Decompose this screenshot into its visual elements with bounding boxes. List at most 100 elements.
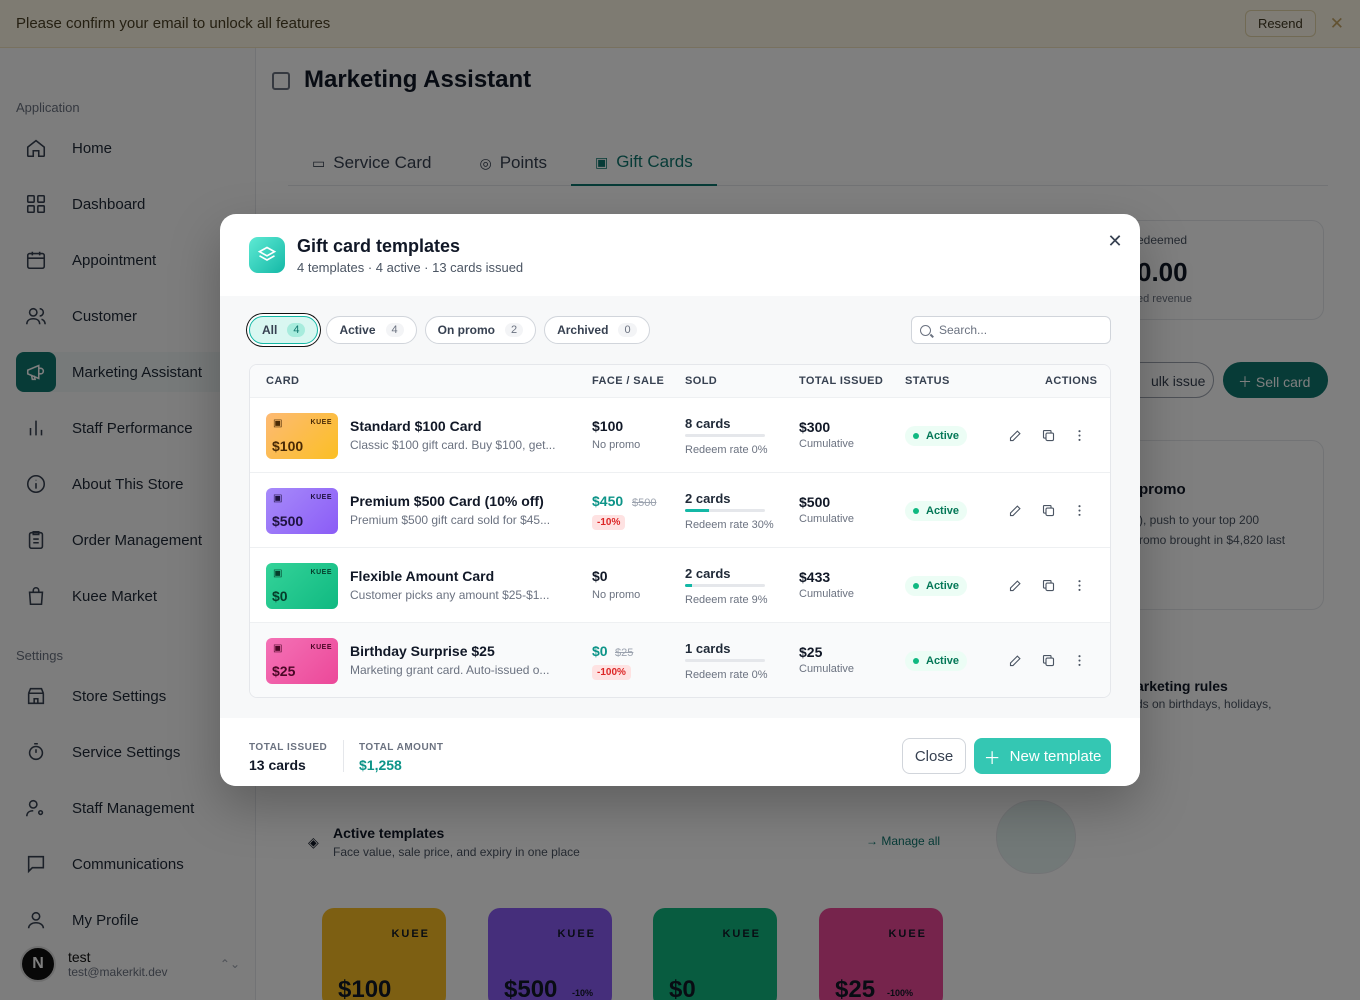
filter-count: 0	[618, 323, 637, 337]
card-amount: $25	[272, 663, 296, 679]
gift-icon: ▣	[273, 568, 283, 579]
total-issued-value: 13 cards	[249, 757, 306, 773]
total-issued-sub: Cumulative	[799, 588, 855, 600]
card-amount: $100	[272, 438, 304, 454]
search-icon	[920, 324, 931, 336]
edit-icon[interactable]	[1006, 426, 1024, 444]
gift-card-thumbnail: ▣ KUEE $25	[266, 638, 338, 684]
filter-label: Active	[339, 323, 376, 337]
sale-price: $450	[592, 493, 624, 509]
promo-status: No promo	[592, 439, 641, 451]
redeem-rate: Redeem rate 30%	[685, 519, 774, 531]
status-dot	[913, 508, 919, 514]
face-value: $100	[592, 418, 624, 434]
total-issued-sub: Cumulative	[799, 438, 855, 450]
layers-icon	[249, 237, 285, 273]
copy-icon[interactable]	[1039, 501, 1057, 519]
more-vertical-icon[interactable]	[1070, 651, 1088, 669]
card-amount: $500	[272, 513, 304, 529]
table-row[interactable]: ▣ KUEE $0 Flexible Amount Card Customer …	[250, 547, 1110, 622]
copy-icon[interactable]	[1039, 651, 1057, 669]
dialog-header: Gift card templates 4 templates · 4 acti…	[220, 214, 1140, 296]
filter-active[interactable]: Active 4	[326, 316, 417, 344]
total-issued: $500	[799, 494, 831, 510]
edit-icon[interactable]	[1006, 501, 1024, 519]
filter-label: All	[262, 323, 278, 337]
total-amount-label: TOTAL AMOUNT	[359, 742, 444, 753]
more-vertical-icon[interactable]	[1070, 426, 1088, 444]
table-header	[250, 365, 1110, 397]
status-badge: Active	[905, 576, 968, 596]
redeem-progress	[685, 509, 765, 512]
close-icon[interactable]: ✕	[1104, 230, 1126, 252]
status-badge: Active	[905, 426, 968, 446]
redeem-rate: Redeem rate 0%	[685, 444, 768, 456]
card-brand: KUEE	[310, 569, 332, 576]
redeem-rate: Redeem rate 0%	[685, 669, 768, 681]
filter-label: Archived	[557, 323, 609, 337]
card-brand: KUEE	[310, 419, 332, 426]
status-badge: Active	[905, 501, 968, 521]
promo-status: No promo	[592, 589, 641, 601]
template-name: Flexible Amount Card	[350, 568, 495, 584]
copy-icon[interactable]	[1039, 426, 1057, 444]
edit-icon[interactable]	[1006, 651, 1024, 669]
table-row[interactable]: ▣ KUEE $100 Standard $100 Card Classic $…	[250, 397, 1110, 472]
table-row[interactable]: ▣ KUEE $25 Birthday Surprise $25 Marketi…	[250, 622, 1110, 697]
dialog-body: All 4 Active 4 On promo 2 Archived 0 CARD FA…	[220, 296, 1140, 718]
template-description: Classic $100 gift card. Buy $100, get...	[350, 438, 556, 452]
sold-count: 1 cards	[685, 641, 731, 656]
plus-icon: ＋	[983, 748, 1001, 768]
copy-icon[interactable]	[1039, 576, 1057, 594]
gift-card-thumbnail: ▣ KUEE $0	[266, 563, 338, 609]
templates-table: CARD FACE / SALE SOLD TOTAL ISSUED STATU…	[249, 364, 1111, 698]
search-box[interactable]	[911, 316, 1111, 344]
discount-badge: -100%	[592, 665, 631, 680]
filter-count: 2	[504, 323, 524, 337]
gift-card-templates-dialog: Gift card templates 4 templates · 4 acti…	[220, 214, 1140, 786]
more-vertical-icon[interactable]	[1070, 501, 1088, 519]
gift-card-thumbnail: ▣ KUEE $100	[266, 413, 338, 459]
new-template-label: New template	[1009, 747, 1102, 765]
more-vertical-icon[interactable]	[1070, 576, 1088, 594]
new-template-button[interactable]: ＋ New template	[974, 738, 1111, 774]
filter-archived[interactable]: Archived 0	[544, 316, 650, 344]
template-name: Standard $100 Card	[350, 418, 482, 434]
edit-icon[interactable]	[1006, 576, 1024, 594]
search-input[interactable]	[939, 323, 1099, 337]
template-description: Marketing grant card. Auto-issued o...	[350, 663, 550, 677]
total-issued-sub: Cumulative	[799, 513, 855, 525]
sold-count: 8 cards	[685, 416, 731, 431]
dialog-subtitle: 4 templates · 4 active · 13 cards issued	[297, 260, 524, 275]
dialog-footer: TOTAL ISSUED 13 cards TOTAL AMOUNT $1,25…	[220, 718, 1140, 786]
sale-price: $0	[592, 643, 608, 659]
total-issued-sub: Cumulative	[799, 663, 855, 675]
column-header-card: CARD	[266, 375, 300, 387]
card-brand: KUEE	[310, 644, 332, 651]
filter-on-promo[interactable]: On promo 2	[424, 316, 537, 344]
gift-card-thumbnail: ▣ KUEE $500	[266, 488, 338, 534]
redeem-progress	[685, 659, 765, 662]
column-header-actions: ACTIONS	[1045, 375, 1098, 387]
template-name: Premium $500 Card (10% off)	[350, 493, 544, 509]
dialog-title: Gift card templates	[297, 236, 461, 256]
discount-badge: -10%	[592, 515, 626, 530]
column-header-total-issued: TOTAL ISSUED	[799, 375, 884, 387]
close-button[interactable]: Close	[902, 738, 966, 774]
status-dot	[913, 658, 919, 664]
total-issued-label: TOTAL ISSUED	[249, 742, 328, 753]
redeem-rate: Redeem rate 9%	[685, 594, 768, 606]
total-issued: $25	[799, 644, 823, 660]
template-description: Premium $500 gift card sold for $45...	[350, 513, 551, 527]
gift-icon: ▣	[273, 643, 283, 654]
status-dot	[913, 433, 919, 439]
table-row[interactable]: ▣ KUEE $500 Premium $500 Card (10% off) …	[250, 472, 1110, 547]
redeem-progress-fill	[685, 584, 693, 587]
filter-count: 4	[385, 323, 404, 337]
sold-count: 2 cards	[685, 566, 731, 581]
redeem-progress-fill	[685, 509, 709, 512]
column-header-face-sale: FACE / SALE	[592, 375, 665, 387]
filter-all[interactable]: All 4	[249, 316, 319, 344]
gift-icon: ▣	[273, 418, 283, 429]
gift-icon: ▣	[273, 493, 283, 504]
